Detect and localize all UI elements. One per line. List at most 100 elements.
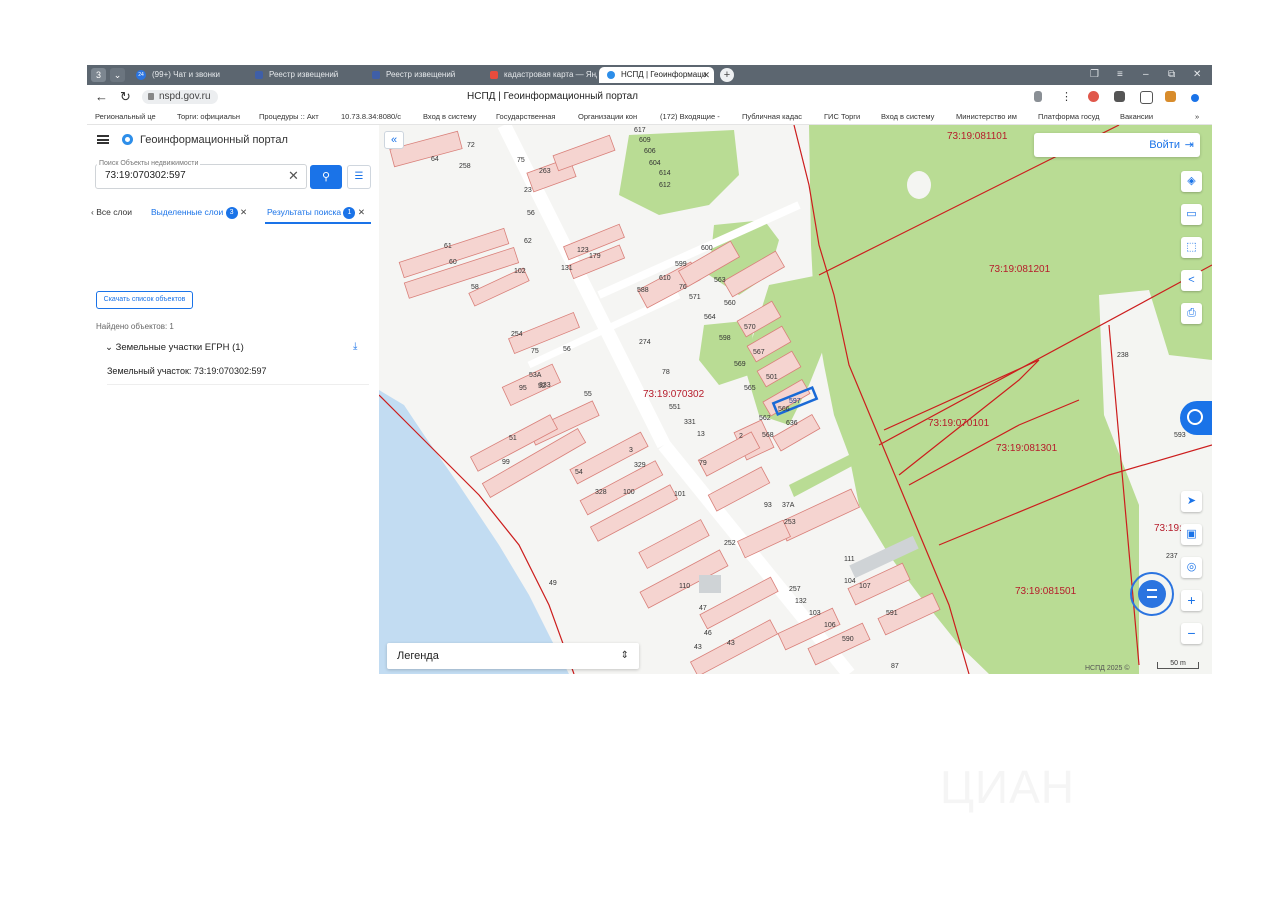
- tab-yandex-map[interactable]: кадастровая карта — Янд: [482, 67, 597, 83]
- parcel-number: 567: [753, 349, 765, 356]
- bookmark-item[interactable]: Торги: официальн: [177, 109, 249, 124]
- bookmark-item[interactable]: (172) Входящие -: [660, 109, 732, 124]
- active-tab-indicator: [265, 222, 371, 224]
- parcel-number: 132: [795, 598, 807, 605]
- quarter-label: 73:19:070101: [928, 418, 990, 429]
- result-item[interactable]: Земельный участок: 73:19:070302:597: [107, 364, 369, 385]
- chat-button[interactable]: [1130, 572, 1174, 616]
- collapse-panel-button[interactable]: «: [384, 131, 404, 149]
- extension-icon[interactable]: [1165, 91, 1176, 102]
- parcel-number: 551: [669, 404, 681, 411]
- bookmarks-more[interactable]: »: [1195, 109, 1207, 124]
- bookmark-item[interactable]: Процедуры :: Акт: [259, 109, 331, 124]
- bookmark-icon[interactable]: [1034, 91, 1042, 102]
- parcel-number: 566: [778, 406, 790, 413]
- tab-all-layers[interactable]: ‹ Все слои: [91, 203, 132, 221]
- parcel-number: 56: [527, 210, 535, 217]
- parcel-number: 599: [675, 261, 687, 268]
- parcel-number: 23: [524, 187, 532, 194]
- quarter-label: 73:19:081501: [1015, 586, 1077, 597]
- more-icon[interactable]: ⋮: [1061, 88, 1072, 106]
- bookmark-item[interactable]: Региональный це: [95, 109, 167, 124]
- cadastral-map[interactable]: 73:19:081101 73:19:081201 73:19:070302 7…: [379, 125, 1212, 674]
- chevron-down-icon[interactable]: ⌄: [110, 68, 125, 82]
- parcel-number: 253: [784, 519, 796, 526]
- bookmark-item[interactable]: Министерство им: [956, 109, 1028, 124]
- tab-registry-2[interactable]: Реестр извещений: [364, 67, 479, 83]
- locate-icon[interactable]: ➤: [1181, 491, 1202, 512]
- tab-nspd[interactable]: НСПД | Геоинформаци ✕: [599, 67, 714, 83]
- hamburger-menu-icon[interactable]: [97, 135, 109, 144]
- ruler-icon[interactable]: ▭: [1181, 204, 1202, 225]
- search-input[interactable]: [105, 170, 285, 181]
- parcel-number: 13: [697, 431, 705, 438]
- close-tab-icon[interactable]: ✕: [702, 67, 710, 83]
- tab-search-results[interactable]: Результаты поиска 1 ✕: [267, 203, 365, 221]
- select-area-icon[interactable]: ⬚: [1181, 237, 1202, 258]
- parcel-number: 54: [575, 469, 583, 476]
- parcel: [707, 466, 771, 512]
- tabs-icon[interactable]: ❐: [1090, 65, 1099, 85]
- parcel-number: 78: [662, 369, 670, 376]
- bookmark-item[interactable]: ГИС Торги: [824, 109, 879, 124]
- download-list-button[interactable]: Скачать список объектов: [96, 291, 193, 309]
- reload-icon[interactable]: ↻: [120, 88, 131, 106]
- url-field[interactable]: nspd.gov.ru: [142, 90, 218, 104]
- map-view[interactable]: 73:19:081101 73:19:081201 73:19:070302 7…: [379, 125, 1212, 674]
- parcel-number: 60: [449, 259, 457, 266]
- zoom-in-button[interactable]: +: [1181, 590, 1202, 611]
- geo-search-icon[interactable]: ◎: [1181, 557, 1202, 578]
- results-group[interactable]: ⌄ Земельные участки ЕГРН (1): [105, 342, 244, 353]
- menu-icon[interactable]: ≡: [1117, 65, 1123, 85]
- filter-button[interactable]: ☰: [347, 165, 371, 189]
- bookmark-item[interactable]: Публичная кадас: [742, 109, 814, 124]
- bookmark-item[interactable]: Вход в систему: [423, 109, 495, 124]
- extension-icon[interactable]: [1114, 91, 1125, 102]
- download-icon[interactable]: [1191, 94, 1199, 102]
- minimap-icon[interactable]: ▣: [1181, 524, 1202, 545]
- extension-icon[interactable]: [1088, 91, 1099, 102]
- search-button[interactable]: ⚲: [310, 165, 342, 189]
- layers-icon[interactable]: ◈: [1181, 171, 1202, 192]
- back-arrow-icon[interactable]: ←: [95, 88, 108, 106]
- tab-selected-layers[interactable]: Выделенные слои 3 ✕: [151, 203, 247, 221]
- tab-registry-1[interactable]: Реестр извещений: [247, 67, 362, 83]
- parcel-number: 636: [786, 420, 798, 427]
- bookmark-item[interactable]: Платформа госуд: [1038, 109, 1110, 124]
- nspd-widget-button[interactable]: [1180, 401, 1212, 435]
- close-icon[interactable]: ✕: [240, 207, 247, 217]
- tab-chat[interactable]: 24 (99+) Чат и звонки: [130, 67, 245, 83]
- parcel-number: 102: [514, 268, 526, 275]
- registry-favicon-icon: [255, 71, 263, 79]
- clearing: [907, 171, 931, 199]
- url-text: nspd.gov.ru: [159, 91, 211, 102]
- close-window-icon[interactable]: ✕: [1193, 65, 1201, 85]
- side-panel: Геоинформационный портал Поиск Объекты н…: [87, 125, 379, 674]
- close-icon[interactable]: ✕: [358, 207, 365, 217]
- parcel-number: 600: [701, 245, 713, 252]
- legend-panel[interactable]: Легенда ⇕: [387, 643, 639, 669]
- new-tab-icon[interactable]: +: [720, 68, 734, 82]
- parcel-number: 93: [764, 502, 772, 509]
- login-button[interactable]: Войти ⇥: [1034, 133, 1200, 157]
- bookmark-item[interactable]: Организации кон: [578, 109, 650, 124]
- login-icon: ⇥: [1184, 139, 1194, 151]
- expand-icon: ⇕: [620, 650, 629, 661]
- zoom-out-button[interactable]: −: [1181, 623, 1202, 644]
- minimize-icon[interactable]: –: [1143, 65, 1149, 85]
- restore-icon[interactable]: ⧉: [1168, 65, 1175, 85]
- bookmark-item[interactable]: Вход в систему: [881, 109, 953, 124]
- share-icon[interactable]: <: [1181, 270, 1202, 291]
- clear-icon[interactable]: ✕: [288, 167, 299, 185]
- bookmark-item[interactable]: 10.73.8.34:8080/с: [341, 109, 413, 124]
- print-icon[interactable]: ⎙: [1181, 303, 1202, 324]
- parcel-number: 560: [724, 300, 736, 307]
- download-icon[interactable]: ⤓: [353, 341, 357, 352]
- parcel-number: 593: [1174, 432, 1186, 439]
- browser-logo-icon[interactable]: 3: [91, 68, 106, 82]
- parcel-number: 104: [844, 578, 856, 585]
- bookmark-item[interactable]: Государственная: [496, 109, 568, 124]
- bookmark-item[interactable]: Вакансии: [1120, 109, 1186, 124]
- extension-icon[interactable]: [1140, 91, 1153, 104]
- parcel-number: 609: [639, 137, 651, 144]
